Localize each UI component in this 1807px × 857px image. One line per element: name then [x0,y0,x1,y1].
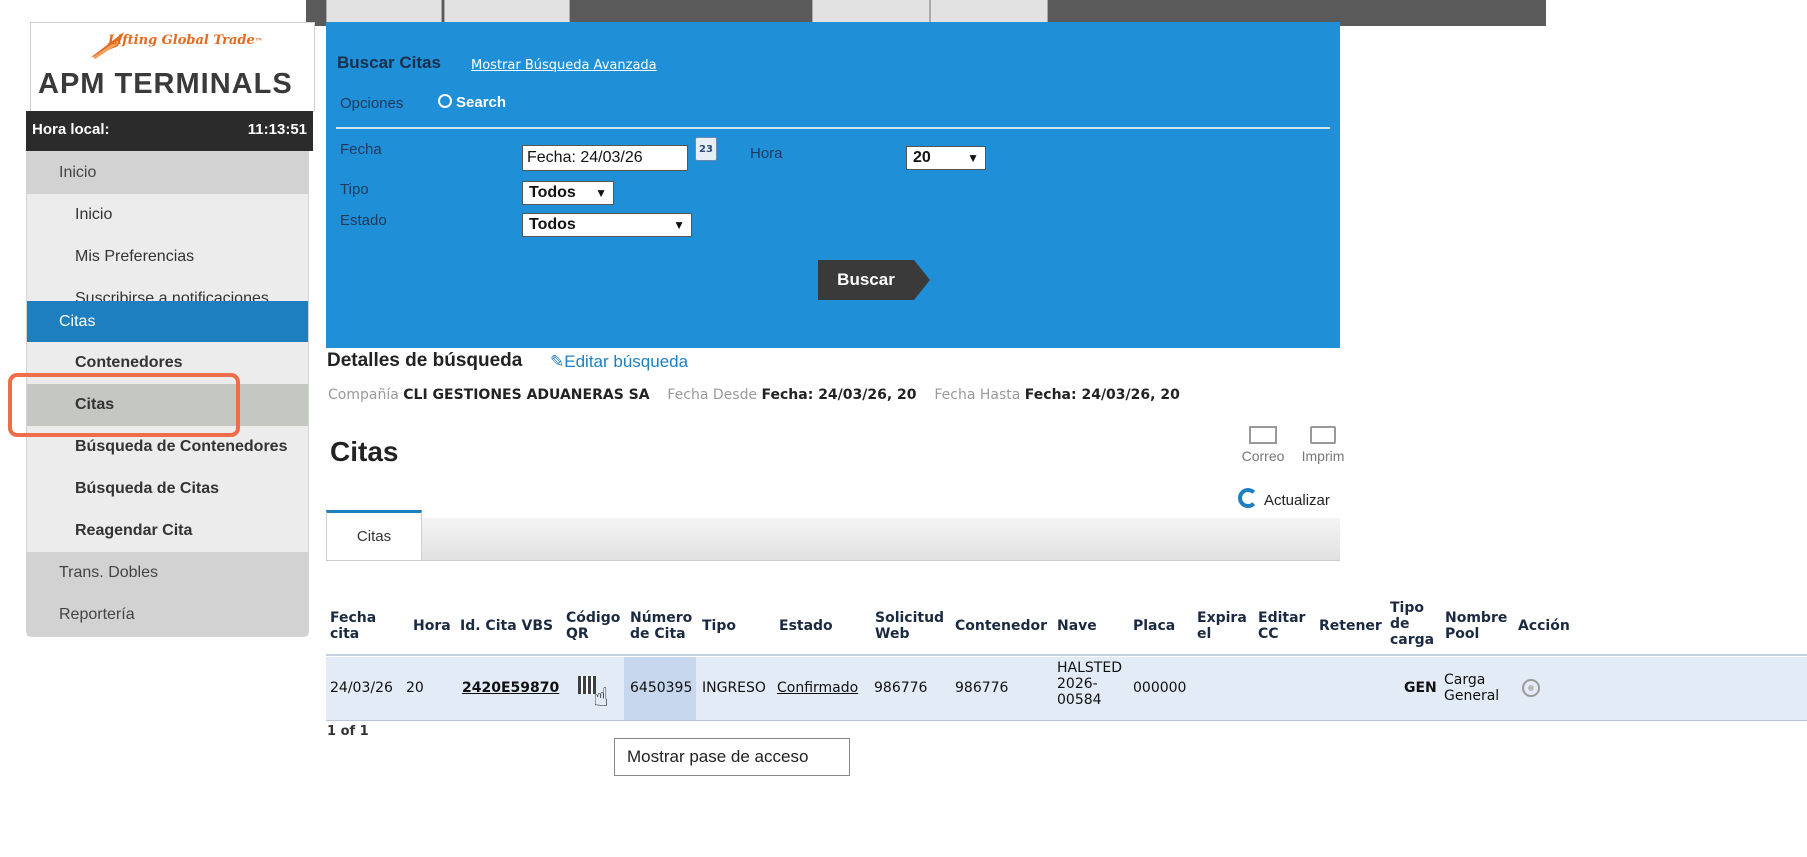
cell-fecha: 24/03/26 [330,680,393,696]
sidebar-item-busqueda-citas[interactable]: Búsqueda de Citas [27,468,308,510]
sidebar-section-citas[interactable]: Citas [27,301,308,342]
sidebar-section-reporteria[interactable]: Reportería [27,594,308,636]
header-tipo-carga[interactable]: Tipo de carga [1390,600,1434,648]
sidebar-item-reagendar-cita[interactable]: Reagendar Cita [27,510,308,552]
local-time-value: 11:13:51 [247,121,307,138]
chevron-down-icon: ▼ [673,218,685,232]
refresh-button[interactable]: Actualizar [1238,488,1330,509]
tab-citas[interactable]: Citas [326,510,422,560]
cell-estado-link[interactable]: Confirmado [777,680,858,696]
cell-tipo: INGRESO [702,680,766,696]
search-title: Buscar Citas [337,53,441,72]
header-nombre-pool[interactable]: Nombre Pool [1445,610,1507,642]
cell-hora: 20 [406,680,424,696]
header-estado[interactable]: Estado [779,618,833,634]
sidebar-item-mis-preferencias[interactable]: Mis Preferencias [27,236,308,278]
advanced-search-link[interactable]: Mostrar Búsqueda Avanzada [471,58,657,73]
pencil-icon: ✎ [550,352,565,371]
search-radio[interactable]: Search [438,94,506,111]
header-id-cita[interactable]: Id. Cita VBS [460,618,553,634]
header-solicitud-web[interactable]: Solicitud Web [875,610,944,642]
header-nave[interactable]: Nave [1057,618,1097,634]
printer-icon [1310,426,1336,444]
cell-contenedor: 986776 [955,680,1009,696]
buscar-button[interactable]: Buscar [818,260,914,300]
chevron-down-icon: ▼ [595,186,607,200]
cell-nave: HALSTED 2026- 00584 [1057,660,1122,708]
highlight-annotation [8,373,240,437]
radio-icon [438,94,452,108]
cell-nombre-pool: Carga General [1444,672,1500,704]
header-placa[interactable]: Placa [1133,618,1175,634]
pager: 1 of 1 [327,724,369,739]
header-codigo-qr[interactable]: Código QR [566,610,620,642]
top-tab-citas[interactable] [812,0,930,23]
results-heading: Citas [330,436,399,467]
sidebar-section-trans-dobles[interactable]: Trans. Dobles [27,552,308,594]
mail-icon [1249,426,1277,444]
buscar-button-arrow [914,260,930,300]
header-editar-cc[interactable]: Editar CC [1258,610,1305,642]
table-header-divider [326,654,1807,656]
header-contenedor[interactable]: Contenedor [955,618,1047,634]
sidebar-item-inicio[interactable]: Inicio [27,194,308,236]
action-radio[interactable] [1522,679,1540,697]
tipo-select[interactable]: Todos ▼ [522,181,614,205]
fecha-input[interactable]: Fecha: 24/03/26 [522,145,688,171]
results-tab-bar [326,518,1340,561]
tooltip: Mostrar pase de acceso [614,738,850,776]
header-fecha-cita[interactable]: Fecha cita [330,610,376,642]
header-numero-cita[interactable]: Número de Cita [630,610,692,642]
options-label: Opciones [340,95,404,112]
chevron-down-icon: ▼ [967,151,979,165]
logo-tagline: Lifting Global Trade™ [108,33,263,48]
header-tipo[interactable]: Tipo [702,618,736,634]
sidebar-section-inicio[interactable]: Inicio [27,152,308,194]
cell-solicitud-web: 986776 [874,680,928,696]
print-button[interactable]: Imprim [1292,426,1354,464]
cell-placa: 000000 [1133,680,1187,696]
hand-cursor-icon: ☝ [593,683,609,713]
refresh-icon [1238,488,1258,508]
header-retener[interactable]: Retener [1319,618,1382,634]
fecha-label: Fecha [340,141,382,158]
tipo-label: Tipo [340,181,369,198]
header-hora[interactable]: Hora [413,618,451,634]
cell-tipo-carga: GEN [1404,680,1437,696]
search-details-title: Detalles de búsqueda [327,350,523,371]
top-tab-trans-dobles[interactable] [444,0,570,23]
local-time-bar: Hora local: 11:13:51 [26,111,313,151]
header-expira[interactable]: Expira el [1197,610,1247,642]
estado-select[interactable]: Todos ▼ [522,213,692,237]
hora-label: Hora [750,145,783,162]
hora-select[interactable]: 20 ▼ [906,146,986,170]
logo-name: APM TERMINALS [38,68,293,100]
estado-label: Estado [340,212,387,229]
cell-id-cita-link[interactable]: 2420E59870 [462,680,559,696]
calendar-icon[interactable]: 23 [695,137,717,161]
local-time-label: Hora local: [32,121,110,138]
search-details-summary: Compañía CLI GESTIONES ADUANERAS SA Fech… [328,387,1180,403]
top-tab-contenedores[interactable] [326,0,442,23]
header-accion[interactable]: Acción [1518,618,1570,634]
email-button[interactable]: Correo [1238,426,1288,464]
divider [336,127,1330,129]
top-tab-lista[interactable] [930,0,1048,23]
edit-search-link[interactable]: ✎Editar búsqueda [550,352,688,372]
cell-numero-cita: 6450395 [630,680,693,696]
